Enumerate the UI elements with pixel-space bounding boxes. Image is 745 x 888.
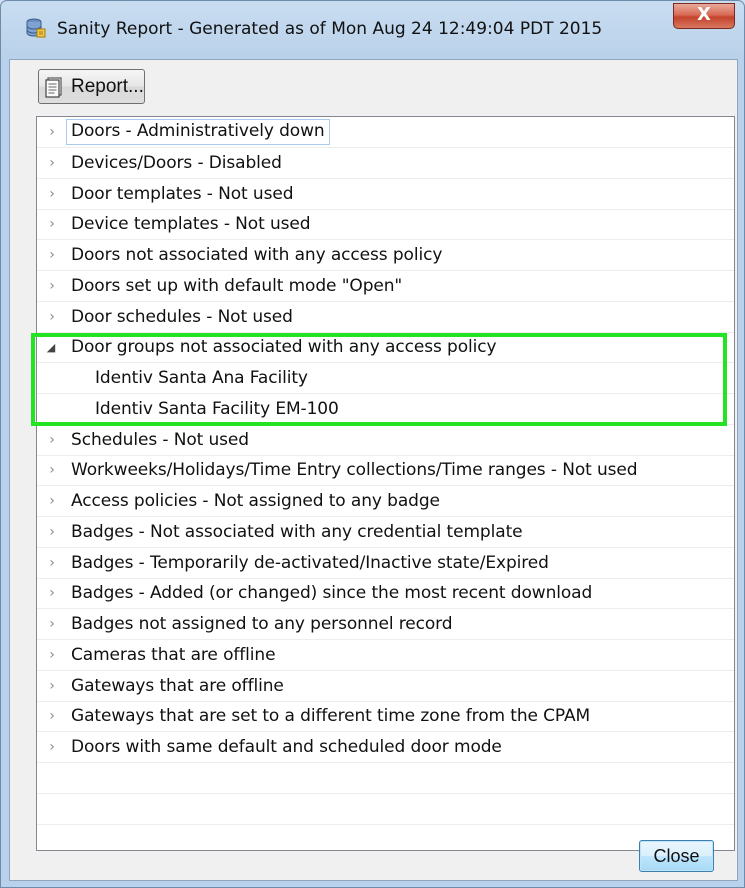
tree-item-label: Door schedules - Not used — [71, 307, 293, 327]
tree-child-item[interactable]: Identiv Santa Ana Facility — [37, 363, 734, 394]
tree-item[interactable]: › Doors set up with default mode "Open" — [37, 271, 734, 302]
collapse-arrow-icon[interactable]: › — [42, 609, 62, 639]
close-button[interactable]: Close — [639, 840, 714, 872]
tree-item[interactable]: › Badges - Not associated with any creden… — [37, 517, 734, 548]
collapse-arrow-icon[interactable]: › — [42, 209, 62, 239]
report-button[interactable]: Report... — [38, 69, 145, 104]
tree-item-label: Door groups not associated with any acce… — [71, 337, 497, 357]
collapse-arrow-icon[interactable]: › — [42, 455, 62, 485]
title-bar[interactable]: Sanity Report - Generated as of Mon Aug … — [1, 1, 744, 59]
tree-item-label: Device templates - Not used — [71, 214, 311, 234]
collapse-arrow-icon[interactable]: › — [42, 271, 62, 301]
expand-arrow-icon[interactable]: ◢ — [41, 332, 61, 362]
tree-item[interactable]: › Access policies - Not assigned to any b… — [37, 486, 734, 517]
collapse-arrow-icon[interactable]: › — [42, 425, 62, 455]
tree-item-label: Doors - Administratively down — [66, 119, 330, 145]
database-icon — [26, 18, 46, 38]
tree-item[interactable]: › Doors - Administratively down — [37, 117, 734, 148]
tree-item-label: Badges - Added (or changed) since the mo… — [71, 583, 593, 603]
tree-item-label: Gateways that are offline — [71, 676, 284, 696]
tree-item[interactable]: › Devices/Doors - Disabled — [37, 148, 734, 179]
dialog-client-area: Report... › Doors - Administratively down… — [9, 59, 738, 881]
tree-item[interactable]: › Badges not assigned to any personnel re… — [37, 609, 734, 640]
tree-item-label: Badges not assigned to any personnel rec… — [71, 614, 453, 634]
collapse-arrow-icon[interactable]: › — [42, 486, 62, 516]
sanity-report-tree[interactable]: › Doors - Administratively down › Devices/D… — [36, 116, 735, 851]
sanity-report-window: Sanity Report - Generated as of Mon Aug … — [0, 0, 745, 888]
tree-item-label: Workweeks/Holidays/Time Entry collection… — [71, 460, 638, 480]
collapse-arrow-icon[interactable]: › — [42, 117, 62, 147]
tree-item-label: Doors not associated with any access pol… — [71, 245, 443, 265]
tree-item[interactable]: › Door templates - Not used — [37, 179, 734, 210]
empty-tree-row — [37, 824, 734, 850]
tree-item[interactable]: › Doors not associated with any access po… — [37, 240, 734, 271]
collapse-arrow-icon[interactable]: › — [42, 179, 62, 209]
report-document-icon — [45, 76, 62, 98]
collapse-arrow-icon[interactable]: › — [42, 640, 62, 670]
collapse-arrow-icon[interactable]: › — [42, 701, 62, 731]
report-button-label: Report... — [71, 75, 144, 97]
tree-item-label: Schedules - Not used — [71, 430, 249, 450]
collapse-arrow-icon[interactable]: › — [42, 240, 62, 270]
collapse-arrow-icon[interactable]: › — [42, 732, 62, 762]
tree-item[interactable]: › Cameras that are offline — [37, 640, 734, 671]
tree-item-label: Access policies - Not assigned to any ba… — [71, 491, 440, 511]
collapse-arrow-icon[interactable]: › — [42, 548, 62, 578]
tree-item-label: Badges - Not associated with any credent… — [71, 522, 523, 542]
tree-item[interactable]: › Device templates - Not used — [37, 209, 734, 240]
collapse-arrow-icon[interactable]: › — [42, 148, 62, 178]
empty-tree-row — [37, 763, 734, 794]
tree-item-label: Doors with same default and scheduled do… — [71, 737, 502, 757]
empty-tree-row — [37, 794, 734, 825]
collapse-arrow-icon[interactable]: › — [42, 578, 62, 608]
tree-item-label: Badges - Temporarily de-activated/Inacti… — [71, 553, 549, 573]
tree-item-label: Door templates - Not used — [71, 184, 294, 204]
tree-item[interactable]: › Door schedules - Not used — [37, 302, 734, 333]
tree-item[interactable]: › Schedules - Not used — [37, 425, 734, 456]
tree-item[interactable]: › Workweeks/Holidays/Time Entry collectio… — [37, 455, 734, 486]
tree-item-label: Doors set up with default mode "Open" — [71, 276, 403, 296]
tree-child-item[interactable]: Identiv Santa Facility EM-100 — [37, 394, 734, 425]
tree-item[interactable]: › Badges - Temporarily de-activated/Inact… — [37, 548, 734, 579]
collapse-arrow-icon[interactable]: › — [42, 517, 62, 547]
window-title: Sanity Report - Generated as of Mon Aug … — [57, 19, 603, 39]
tree-item[interactable]: › Badges - Added (or changed) since the m… — [37, 578, 734, 609]
tree-item-label: Cameras that are offline — [71, 645, 276, 665]
tree-item[interactable]: › Doors with same default and scheduled d… — [37, 732, 734, 763]
collapse-arrow-icon[interactable]: › — [42, 302, 62, 332]
collapse-arrow-icon[interactable]: › — [42, 671, 62, 701]
window-close-button[interactable]: X — [673, 3, 735, 29]
tree-item[interactable]: › Gateways that are offline — [37, 671, 734, 702]
tree-item-label: Identiv Santa Facility EM-100 — [95, 399, 339, 419]
tree-item-label: Gateways that are set to a different tim… — [71, 706, 591, 726]
close-icon: X — [697, 4, 711, 25]
tree-item[interactable]: › Gateways that are set to a different ti… — [37, 701, 734, 732]
tree-item-label: Identiv Santa Ana Facility — [95, 368, 308, 388]
tree-item-label: Devices/Doors - Disabled — [71, 153, 282, 173]
tree-item[interactable]: ◢ Door groups not associated with any acc… — [37, 332, 734, 363]
